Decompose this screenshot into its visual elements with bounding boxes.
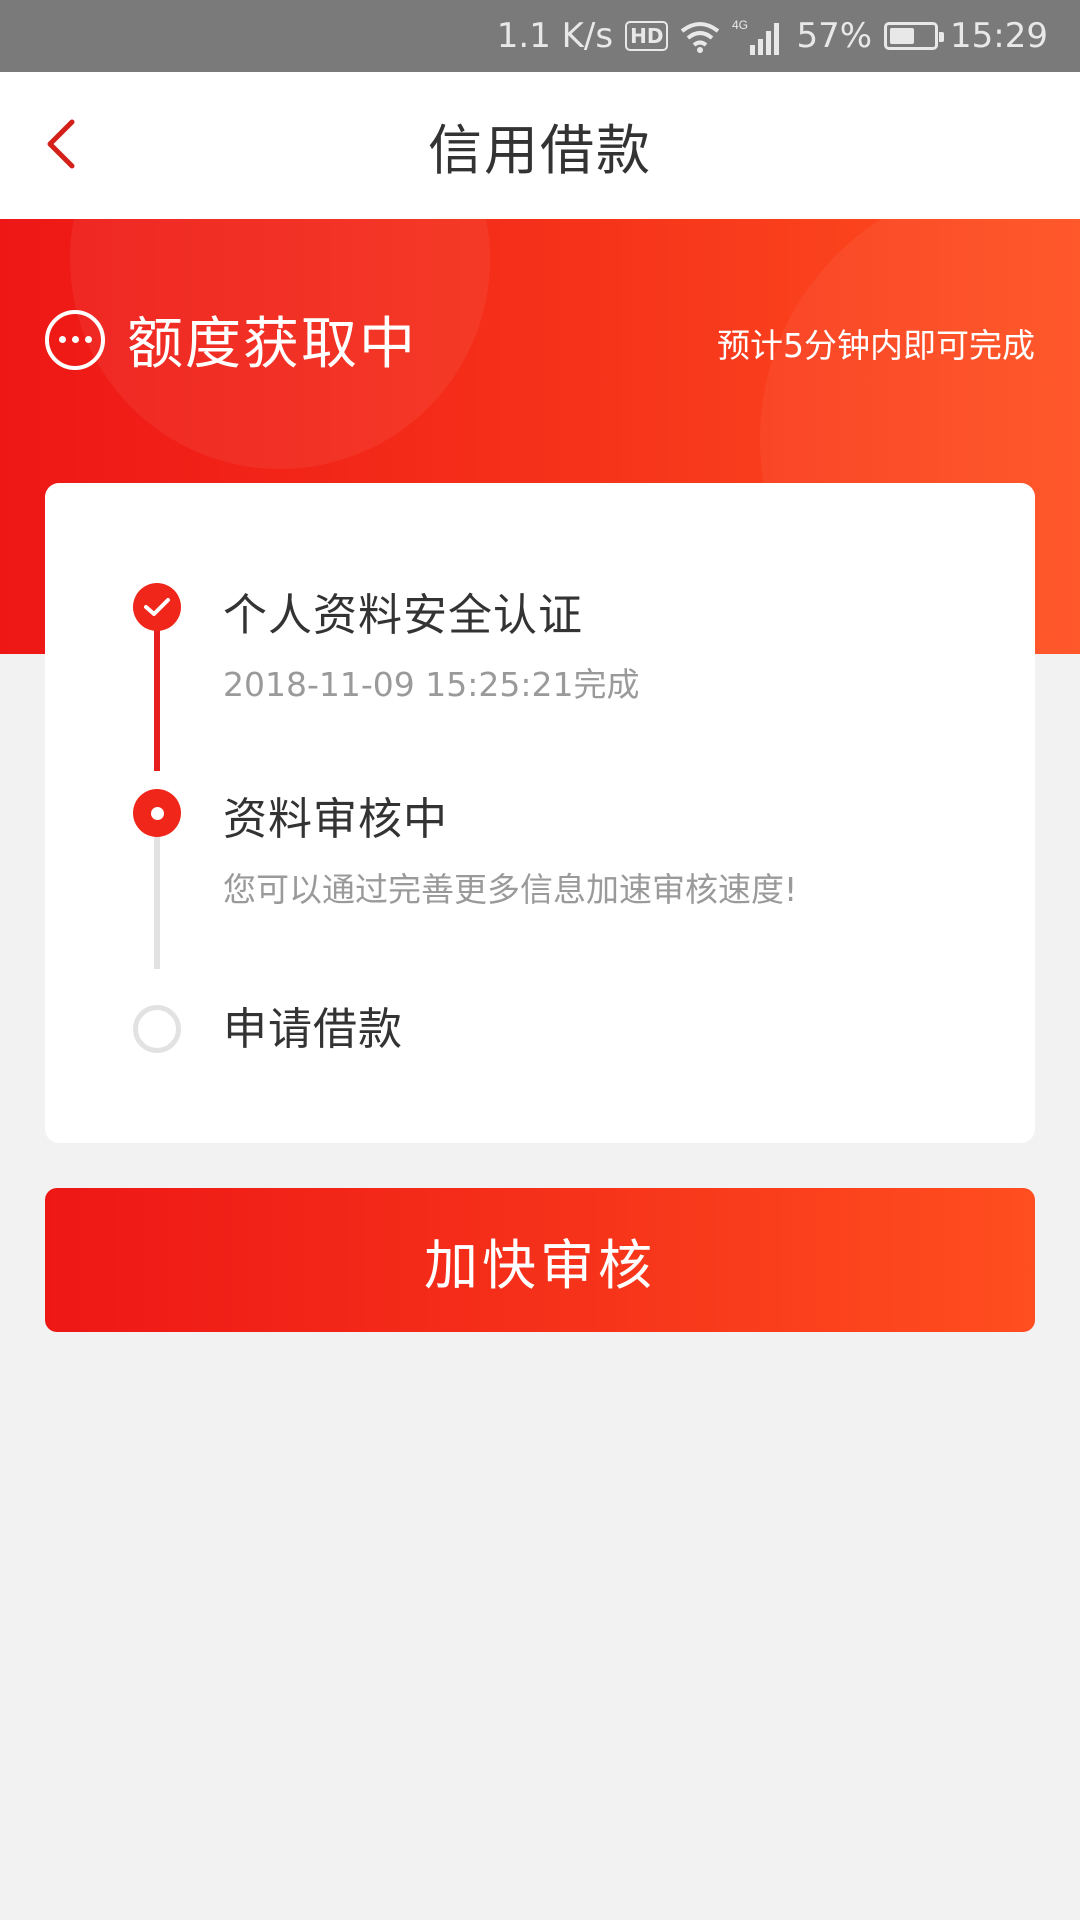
more-dots-icon — [45, 309, 105, 370]
progress-line-pending — [154, 819, 160, 969]
step-title: 资料审核中 — [223, 794, 448, 845]
pending-step-circle-icon — [133, 1005, 181, 1053]
eta-text: 预计5分钟内即可完成 — [717, 326, 1035, 365]
clock: 15:29 — [950, 16, 1048, 56]
battery-level — [890, 28, 914, 44]
network-type-label: 4G — [732, 18, 748, 32]
network-speed: 1.1 K/s — [496, 16, 614, 56]
wifi-icon — [681, 22, 720, 53]
quota-status: 额度获取中 — [45, 299, 417, 380]
step-title: 个人资料安全认证 — [223, 590, 583, 641]
navigation-bar: 信用借款 — [0, 72, 1080, 219]
cell-signal-icon: 4G — [732, 18, 780, 55]
step-title: 申请借款 — [223, 1004, 403, 1055]
progress-card: 个人资料安全认证 2018-11-09 15:25:21完成 资料审核中 您可以… — [45, 483, 1035, 1143]
step-subtitle: 您可以通过完善更多信息加速审核速度! — [223, 870, 798, 909]
current-step-dot-icon — [133, 789, 181, 837]
chevron-left-icon — [47, 119, 75, 169]
hd-badge: HD — [625, 21, 669, 51]
back-button[interactable] — [30, 108, 90, 180]
check-icon — [133, 583, 181, 631]
status-bar: 1.1 K/s HD 4G 57% 15:29 — [0, 0, 1080, 72]
step-subtitle: 2018-11-09 15:25:21完成 — [223, 665, 640, 704]
progress-line-complete — [154, 623, 160, 771]
page-title: 信用借款 — [428, 119, 652, 182]
quota-status-title: 额度获取中 — [127, 312, 417, 377]
battery-icon — [884, 22, 945, 50]
battery-percent: 57% — [796, 16, 873, 56]
speed-up-review-button[interactable]: 加快审核 — [45, 1188, 1035, 1332]
